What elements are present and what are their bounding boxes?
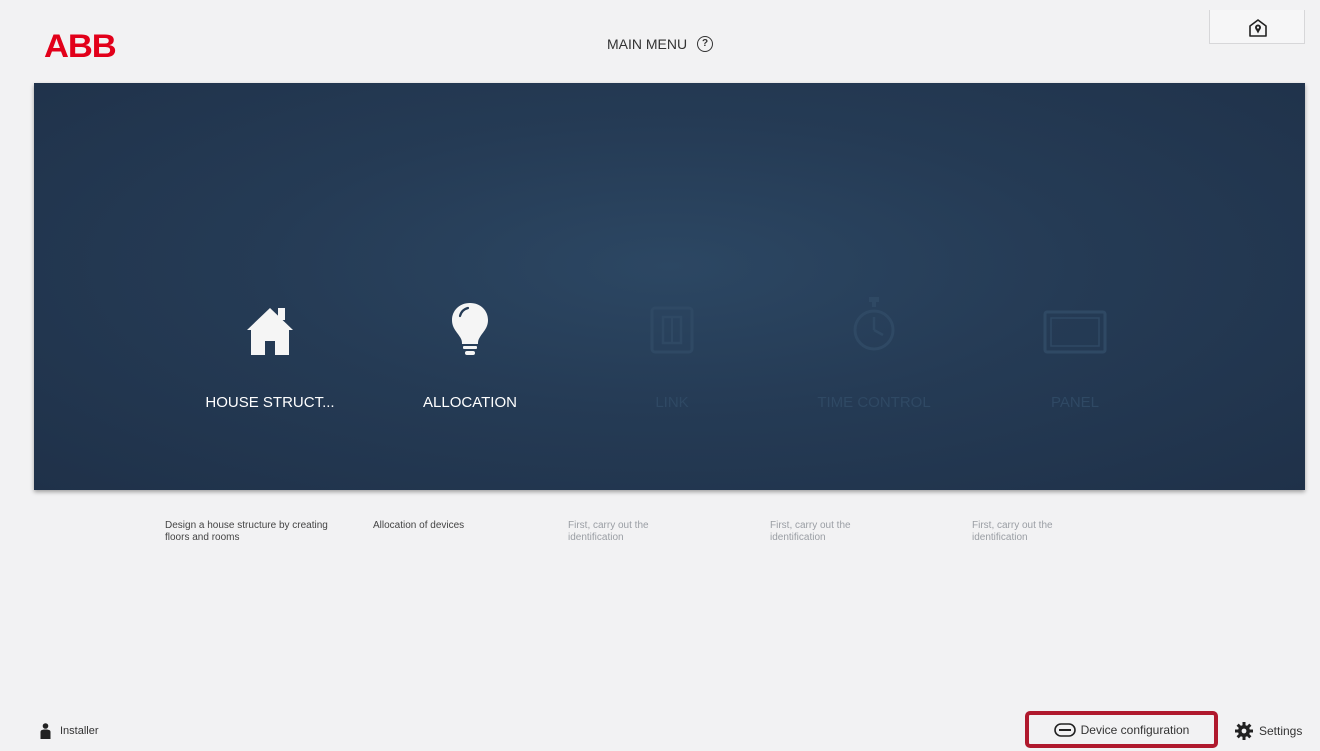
settings-button[interactable]: Settings — [1235, 722, 1302, 740]
tile-time-control: TIME CONTROL — [774, 83, 974, 490]
page-title: MAIN MENU? — [0, 36, 1320, 53]
tile-time-control-description: First, carry out the identification — [770, 520, 851, 543]
home-button[interactable] — [1209, 10, 1305, 44]
gear-icon — [1235, 722, 1253, 740]
user-icon — [40, 723, 51, 739]
device-configuration-label: Device configuration — [1080, 722, 1190, 737]
tile-house-structure[interactable]: HOUSE STRUCT... — [170, 83, 370, 490]
tile-panel-description: First, carry out the identification — [972, 520, 1053, 543]
house-location-icon — [1249, 19, 1267, 37]
tile-allocation-label: ALLOCATION — [423, 394, 517, 411]
tile-link-description: First, carry out the identification — [568, 520, 649, 543]
user-label: Installer — [60, 725, 99, 737]
tile-panel: PANEL — [975, 83, 1175, 490]
tile-time-control-label: TIME CONTROL — [817, 394, 931, 411]
tile-link: LINK — [572, 83, 772, 490]
main-menu-panel: HOUSE STRUCT... ALLOCATION LINK TIME CON… — [34, 83, 1305, 490]
current-user[interactable]: Installer — [40, 723, 99, 739]
stopwatch-icon — [853, 297, 895, 351]
panel-icon — [1043, 310, 1107, 354]
settings-label: Settings — [1259, 724, 1303, 738]
help-icon[interactable]: ? — [697, 36, 714, 53]
tile-house-structure-description: Design a house structure by creating flo… — [165, 520, 328, 543]
page-title-text: MAIN MENU — [606, 36, 688, 52]
house-icon — [247, 308, 293, 355]
tile-allocation[interactable]: ALLOCATION — [370, 83, 570, 490]
tile-allocation-description: Allocation of devices — [373, 520, 465, 531]
link-panel-icon — [650, 306, 694, 354]
tile-panel-label: PANEL — [1050, 394, 1100, 411]
device-configuration-button[interactable]: Device configuration — [1025, 711, 1218, 748]
device-icon — [1053, 722, 1076, 737]
tile-house-structure-label: HOUSE STRUCT... — [205, 394, 335, 411]
tile-link-label: LINK — [655, 394, 689, 411]
lightbulb-icon — [452, 303, 488, 355]
